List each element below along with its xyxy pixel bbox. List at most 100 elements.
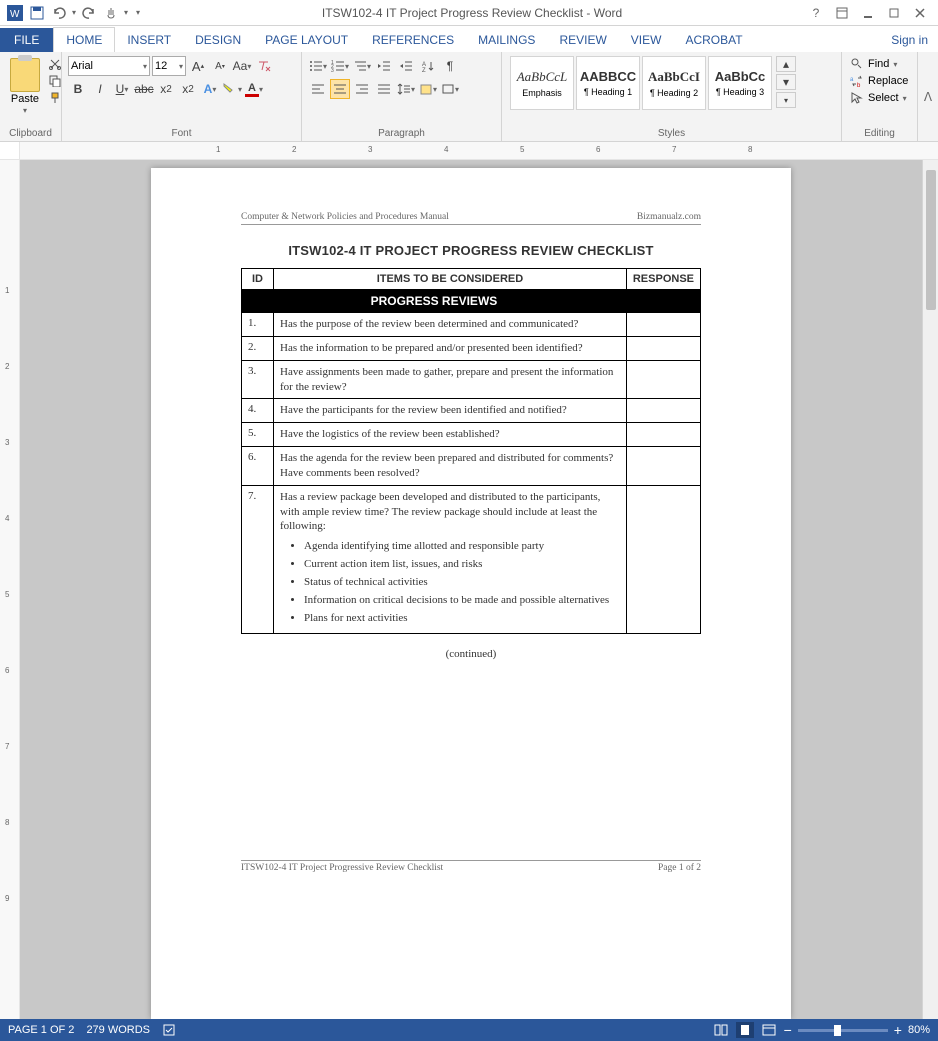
style-heading3[interactable]: AaBbCc¶ Heading 3 bbox=[708, 56, 772, 110]
text-effects-icon[interactable]: A▾ bbox=[200, 79, 220, 99]
ruler-vertical[interactable]: 123456789 bbox=[0, 160, 20, 1019]
minimize-icon[interactable] bbox=[860, 5, 876, 21]
style-heading2[interactable]: AaBbCcI¶ Heading 2 bbox=[642, 56, 706, 110]
strikethrough-icon[interactable]: abc bbox=[134, 79, 154, 99]
sign-in-link[interactable]: Sign in bbox=[881, 28, 938, 52]
document-scroll[interactable]: Computer & Network Policies and Procedur… bbox=[20, 160, 922, 1019]
table-row: 5.Have the logistics of the review been … bbox=[242, 423, 701, 447]
italic-icon[interactable]: I bbox=[90, 79, 110, 99]
font-color-icon[interactable]: A▾ bbox=[244, 79, 264, 99]
line-spacing-icon[interactable]: ▾ bbox=[396, 79, 416, 99]
view-read-icon[interactable] bbox=[712, 1022, 730, 1038]
borders-icon[interactable]: ▾ bbox=[440, 79, 460, 99]
maximize-icon[interactable] bbox=[886, 5, 902, 21]
zoom-level[interactable]: 80% bbox=[908, 1024, 930, 1036]
subscript-icon[interactable]: x2 bbox=[156, 79, 176, 99]
svg-text:Z: Z bbox=[422, 68, 426, 72]
style-emphasis[interactable]: AaBbCcLEmphasis bbox=[510, 56, 574, 110]
group-paragraph-label: Paragraph bbox=[308, 127, 495, 140]
shrink-font-icon[interactable]: A▾ bbox=[210, 56, 230, 76]
find-button[interactable]: Find▾ bbox=[848, 56, 899, 72]
tab-mailings[interactable]: MAILINGS bbox=[466, 28, 547, 52]
ribbon-display-icon[interactable] bbox=[834, 5, 850, 21]
styles-more-icon[interactable]: ▾ bbox=[776, 92, 796, 108]
close-icon[interactable] bbox=[912, 5, 928, 21]
window-controls: ? bbox=[798, 5, 938, 21]
table-row: 4.Have the participants for the review b… bbox=[242, 399, 701, 423]
tab-acrobat[interactable]: ACROBAT bbox=[673, 28, 754, 52]
tab-page-layout[interactable]: PAGE LAYOUT bbox=[253, 28, 360, 52]
col-response: RESPONSE bbox=[626, 269, 700, 290]
page[interactable]: Computer & Network Policies and Procedur… bbox=[151, 168, 791, 1019]
superscript-icon[interactable]: x2 bbox=[178, 79, 198, 99]
col-id: ID bbox=[242, 269, 274, 290]
redo-icon[interactable] bbox=[80, 4, 98, 22]
document-footer: ITSW102-4 IT Project Progressive Review … bbox=[241, 860, 701, 873]
clear-formatting-icon[interactable] bbox=[254, 56, 274, 76]
view-web-icon[interactable] bbox=[760, 1022, 778, 1038]
tab-review[interactable]: REVIEW bbox=[547, 28, 618, 52]
tab-design[interactable]: DESIGN bbox=[183, 28, 253, 52]
replace-button[interactable]: abReplace bbox=[848, 73, 910, 89]
group-paragraph: ▾ 123▾ ▾ AZ ¶ ▾ ▾ ▾ Paragraph bbox=[302, 52, 502, 141]
doc-header-right: Bizmanualz.com bbox=[637, 212, 701, 222]
save-icon[interactable] bbox=[28, 4, 46, 22]
styles-up-icon[interactable]: ▴ bbox=[776, 56, 796, 72]
multilevel-list-icon[interactable]: ▾ bbox=[352, 56, 372, 76]
decrease-indent-icon[interactable] bbox=[374, 56, 394, 76]
group-font: Arial▾ 12▾ A▴ A▾ Aa▾ B I U▾ abc x2 x2 A▾… bbox=[62, 52, 302, 141]
zoom-slider[interactable] bbox=[798, 1029, 888, 1032]
tab-home[interactable]: HOME bbox=[53, 27, 115, 52]
tab-references[interactable]: REFERENCES bbox=[360, 28, 466, 52]
underline-icon[interactable]: U▾ bbox=[112, 79, 132, 99]
doc-title: ITSW102-4 IT PROJECT PROGRESS REVIEW CHE… bbox=[241, 243, 701, 258]
zoom-in-icon[interactable]: + bbox=[894, 1022, 902, 1038]
font-size-select[interactable]: 12▾ bbox=[152, 56, 186, 76]
align-left-icon[interactable] bbox=[308, 79, 328, 99]
font-name-select[interactable]: Arial▾ bbox=[68, 56, 150, 76]
zoom-out-icon[interactable]: − bbox=[784, 1022, 792, 1038]
svg-text:a: a bbox=[850, 77, 854, 83]
ruler-horizontal[interactable]: 12345678 bbox=[0, 142, 938, 160]
increase-indent-icon[interactable] bbox=[396, 56, 416, 76]
status-page[interactable]: PAGE 1 OF 2 bbox=[8, 1024, 74, 1036]
checklist-table: ID ITEMS TO BE CONSIDERED RESPONSE PROGR… bbox=[241, 268, 701, 634]
tab-file[interactable]: FILE bbox=[0, 28, 53, 52]
select-button[interactable]: Select▾ bbox=[848, 90, 909, 106]
highlight-icon[interactable]: ▾ bbox=[222, 79, 242, 99]
numbering-icon[interactable]: 123▾ bbox=[330, 56, 350, 76]
tab-view[interactable]: VIEW bbox=[619, 28, 674, 52]
replace-icon: ab bbox=[850, 74, 864, 88]
undo-dropdown-icon[interactable]: ▾ bbox=[72, 8, 76, 17]
group-editing: Find▾ abReplace Select▾ Editing bbox=[842, 52, 918, 141]
svg-text:3: 3 bbox=[331, 68, 334, 72]
view-print-icon[interactable] bbox=[736, 1022, 754, 1038]
change-case-icon[interactable]: Aa▾ bbox=[232, 56, 252, 76]
show-marks-icon[interactable]: ¶ bbox=[440, 56, 460, 76]
status-words[interactable]: 279 WORDS bbox=[86, 1024, 150, 1036]
quick-access-toolbar: W ▾ ▾ ▾ bbox=[0, 4, 146, 22]
shading-icon[interactable]: ▾ bbox=[418, 79, 438, 99]
tab-insert[interactable]: INSERT bbox=[115, 28, 183, 52]
style-heading1[interactable]: AABBCC¶ Heading 1 bbox=[576, 56, 640, 110]
document-area: 123456789 Computer & Network Policies an… bbox=[0, 160, 938, 1019]
sort-icon[interactable]: AZ bbox=[418, 56, 438, 76]
scrollbar-vertical[interactable] bbox=[922, 160, 938, 1019]
align-center-icon[interactable] bbox=[330, 79, 350, 99]
styles-down-icon[interactable]: ▾ bbox=[776, 74, 796, 90]
undo-icon[interactable] bbox=[50, 4, 68, 22]
collapse-ribbon-icon[interactable]: ᐱ bbox=[918, 52, 938, 141]
proofing-icon[interactable] bbox=[162, 1023, 176, 1037]
bold-icon[interactable]: B bbox=[68, 79, 88, 99]
align-right-icon[interactable] bbox=[352, 79, 372, 99]
paste-dropdown-icon[interactable]: ▾ bbox=[23, 106, 27, 115]
scroll-thumb[interactable] bbox=[926, 170, 936, 310]
help-icon[interactable]: ? bbox=[808, 5, 824, 21]
justify-icon[interactable] bbox=[374, 79, 394, 99]
touch-mode-icon[interactable] bbox=[102, 4, 120, 22]
grow-font-icon[interactable]: A▴ bbox=[188, 56, 208, 76]
qat-customize-icon[interactable]: ▾ bbox=[136, 8, 140, 17]
paste-button[interactable]: Paste ▾ bbox=[6, 56, 44, 117]
touch-dropdown-icon[interactable]: ▾ bbox=[124, 8, 128, 17]
bullets-icon[interactable]: ▾ bbox=[308, 56, 328, 76]
